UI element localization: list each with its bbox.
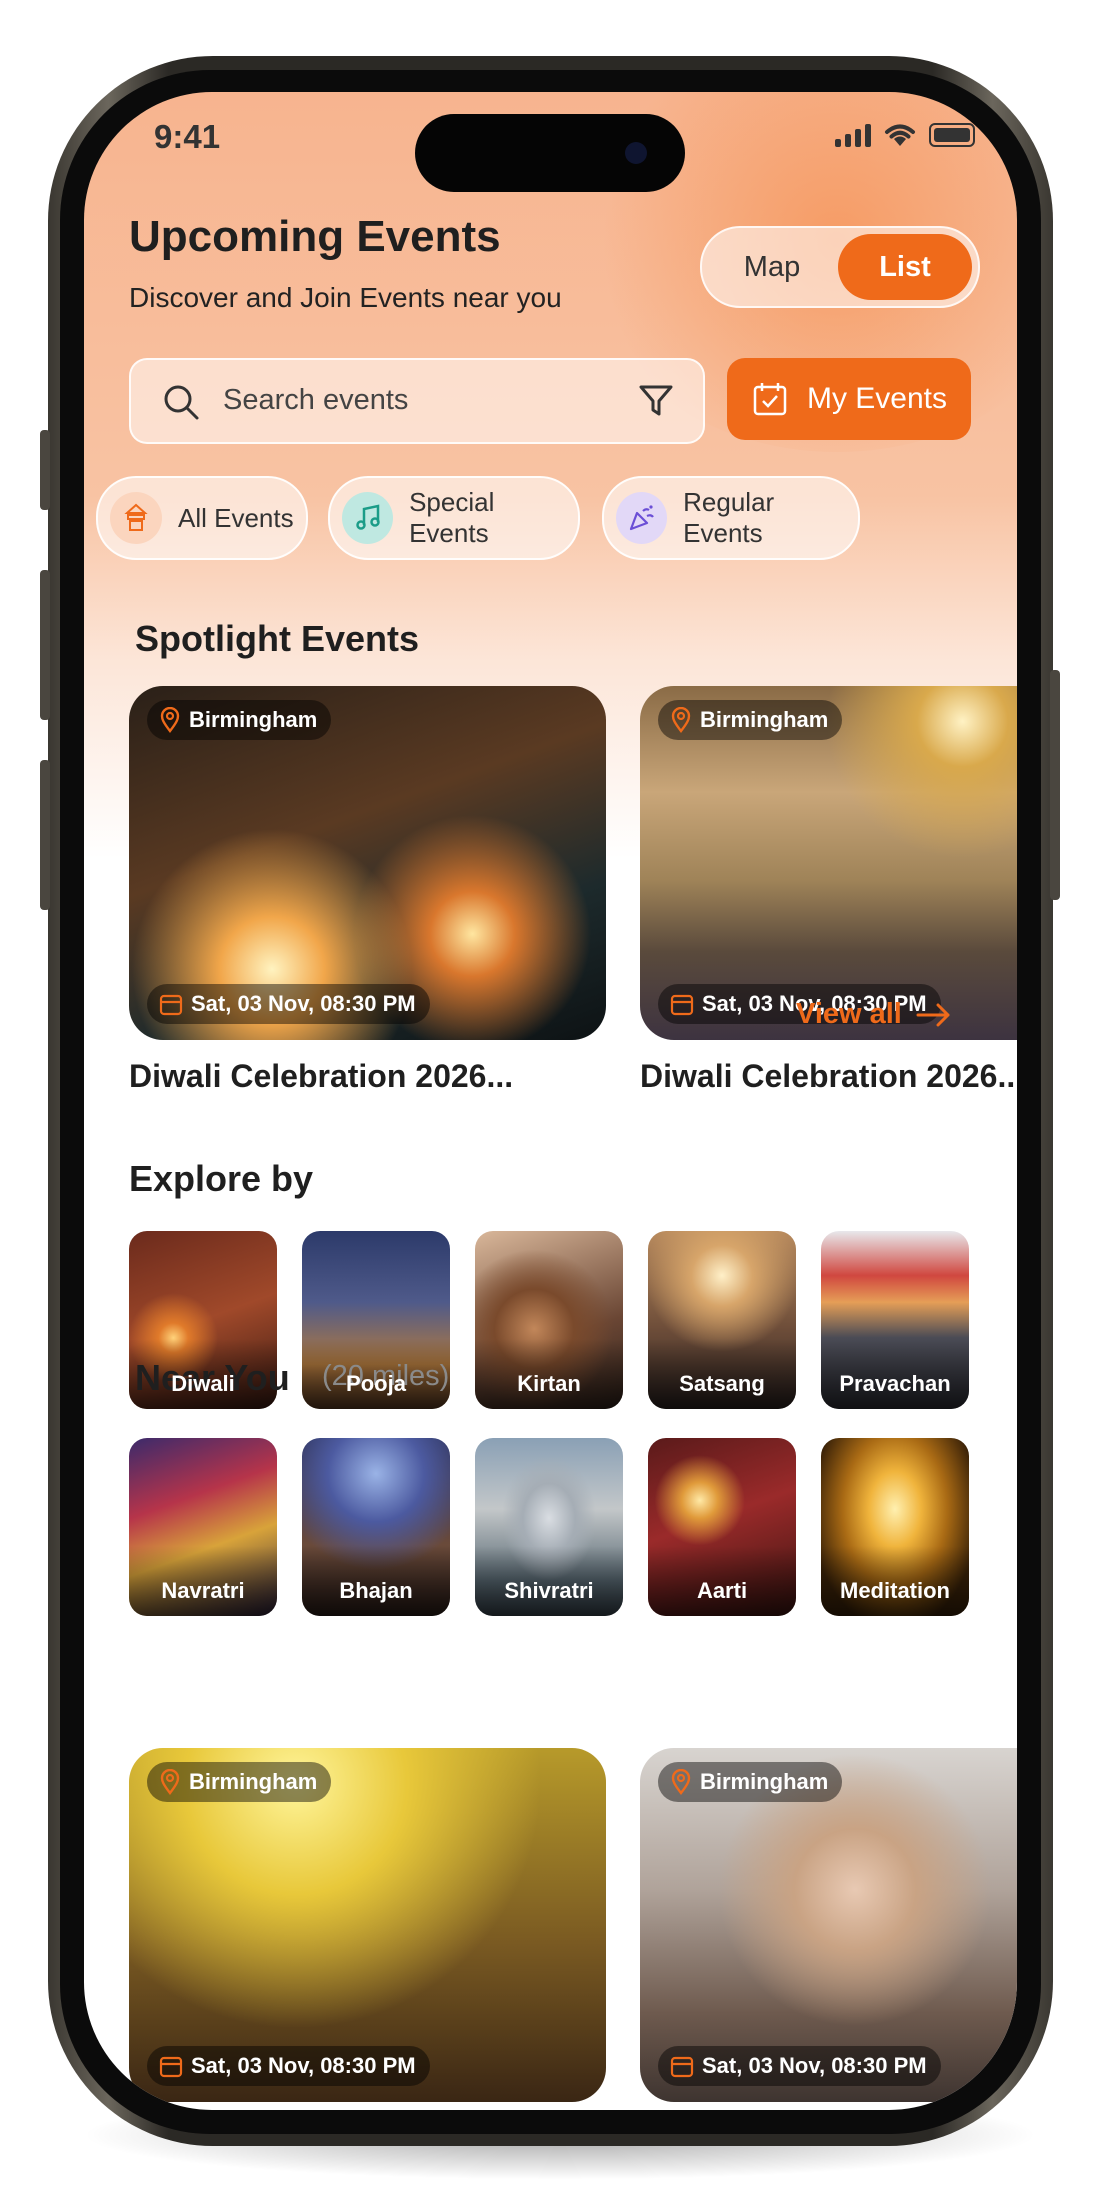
date-label: Sat, 03 Nov, 08:30 PM — [191, 991, 416, 1016]
action-button — [40, 430, 50, 510]
location-label: Birmingham — [189, 1769, 318, 1794]
location-badge: Birmingham — [658, 1762, 843, 1802]
tile-meditation[interactable]: Meditation — [821, 1438, 969, 1616]
tile-label: Kirtan — [517, 1371, 581, 1396]
map-view-button[interactable]: Map — [710, 234, 834, 300]
location-label: Birmingham — [700, 707, 829, 732]
filter-icon[interactable] — [637, 382, 675, 420]
camera-icon — [625, 142, 647, 164]
chip-label: Regular Events — [683, 487, 775, 548]
list-view-button[interactable]: List — [838, 234, 972, 300]
location-pin-icon — [160, 1769, 180, 1795]
calendar-icon — [159, 2056, 183, 2078]
tile-kirtan[interactable]: Kirtan — [475, 1231, 623, 1409]
chip-all-events[interactable]: All Events — [96, 476, 308, 560]
power-button — [1050, 670, 1060, 900]
status-time: 9:41 — [154, 118, 221, 155]
my-events-label: My Events — [806, 382, 948, 415]
app-screen: 9:41 Upcoming Events Discover and Join E… — [84, 92, 1017, 2110]
search-icon — [164, 385, 199, 420]
date-badge: Sat, 03 Nov, 08:30 PM — [658, 2046, 941, 2086]
tile-navratri[interactable]: Navratri — [129, 1438, 277, 1616]
explore-title: Explore by — [129, 1158, 314, 1199]
signal-icon — [835, 123, 871, 147]
tile-label: Meditation — [840, 1578, 950, 1603]
tile-aarti[interactable]: Aarti — [648, 1438, 796, 1616]
battery-icon — [929, 123, 975, 147]
near-you-event-card[interactable]: Birmingham Sat, 03 Nov, 08:30 PM — [129, 1748, 606, 2102]
spotlight-event-card[interactable]: Birmingham Sat, 03 Nov, 08:30 PM — [640, 686, 1017, 1040]
tile-label: Pravachan — [839, 1371, 951, 1396]
tile-label: Bhajan — [339, 1578, 413, 1603]
location-badge: Birmingham — [658, 700, 843, 740]
view-toggle: Map List — [700, 226, 980, 308]
page-subtitle: Discover and Join Events near you — [129, 282, 562, 313]
dynamic-island — [415, 114, 685, 192]
event-title: Diwali Celebration 2026... — [640, 1058, 1017, 1094]
location-pin-icon — [671, 1769, 691, 1795]
calendar-icon — [670, 2056, 694, 2078]
status-icons — [835, 122, 975, 148]
chip-label: Special Events — [409, 487, 495, 548]
date-badge: Sat, 03 Nov, 08:30 PM — [147, 984, 430, 1024]
date-label: Sat, 03 Nov, 08:30 PM — [702, 2053, 927, 2078]
location-label: Birmingham — [189, 707, 318, 732]
tile-label: Diwali — [171, 1371, 235, 1396]
tile-diwali[interactable]: Diwali — [129, 1231, 277, 1409]
tile-pooja[interactable]: Pooja — [302, 1231, 450, 1409]
calendar-icon — [670, 994, 694, 1016]
calendar-check-icon — [753, 383, 787, 416]
location-pin-icon — [160, 707, 180, 733]
event-title: Diwali Celebration 2026... — [129, 1058, 514, 1094]
date-badge: Sat, 03 Nov, 08:30 PM — [147, 2046, 430, 2086]
volume-up-button — [40, 570, 50, 720]
page-title: Upcoming Events — [129, 212, 501, 261]
arrow-right-icon — [916, 1003, 950, 1026]
view-all-label: View all — [796, 998, 902, 1030]
location-label: Birmingham — [700, 1769, 829, 1794]
tile-shivratri[interactable]: Shivratri — [475, 1438, 623, 1616]
search-input[interactable]: Search events — [129, 358, 705, 444]
tile-satsang[interactable]: Satsang — [648, 1231, 796, 1409]
location-badge: Birmingham — [147, 1762, 332, 1802]
spotlight-title: Spotlight Events — [135, 618, 420, 659]
location-pin-icon — [671, 707, 691, 733]
location-badge: Birmingham — [147, 700, 332, 740]
view-all-link[interactable]: View all — [796, 998, 952, 1031]
date-label: Sat, 03 Nov, 08:30 PM — [191, 2053, 416, 2078]
spotlight-event-card[interactable]: Birmingham Sat, 03 Nov, 08:30 PM — [129, 686, 606, 1040]
tile-label: Navratri — [161, 1578, 245, 1603]
party-popper-icon — [616, 492, 668, 544]
tile-pravachan[interactable]: Pravachan — [821, 1231, 969, 1409]
tile-label: Satsang — [679, 1371, 765, 1396]
chip-regular-events[interactable]: Regular Events — [602, 476, 860, 560]
search-placeholder: Search events — [223, 384, 409, 416]
music-note-icon — [342, 492, 394, 544]
tile-label: Pooja — [346, 1371, 406, 1396]
chip-label: All Events — [178, 502, 294, 533]
volume-down-button — [40, 760, 50, 910]
wifi-icon — [885, 124, 915, 146]
temple-icon — [110, 492, 162, 544]
my-events-button[interactable]: My Events — [727, 358, 971, 440]
chip-special-events[interactable]: Special Events — [328, 476, 580, 560]
tile-bhajan[interactable]: Bhajan — [302, 1438, 450, 1616]
calendar-icon — [159, 994, 183, 1016]
near-you-event-card[interactable]: Birmingham Sat, 03 Nov, 08:30 PM — [640, 1748, 1017, 2102]
tile-label: Shivratri — [504, 1578, 594, 1603]
tile-label: Aarti — [696, 1578, 748, 1603]
